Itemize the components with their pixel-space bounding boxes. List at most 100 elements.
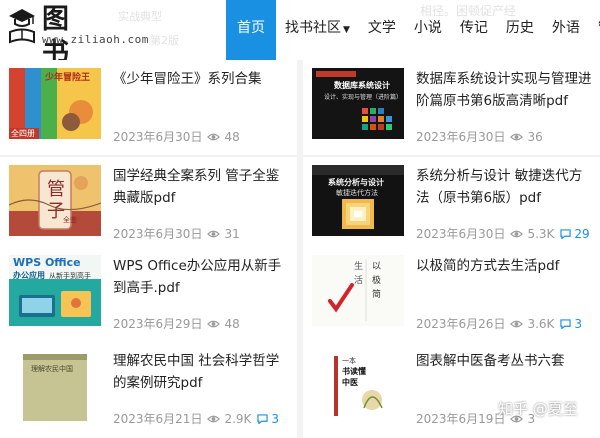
book-title[interactable]: 《少年冒险王》系列合集 xyxy=(113,68,291,90)
cover-art xyxy=(312,350,404,421)
cover-tag: 全鉴 xyxy=(63,216,77,224)
book-meta: 2023年6月26日 3.6K 3 xyxy=(416,315,582,332)
cover-title: 极 xyxy=(372,276,382,286)
cover-subtitle: 从新手到高手 xyxy=(49,272,91,280)
logo-url: www.ziliaoh.com xyxy=(42,33,149,46)
comment-count: 3 xyxy=(574,316,583,331)
view-count: 48 xyxy=(224,129,240,144)
post-date: 2023年6月30日 xyxy=(416,130,506,144)
cover-title: 数据库系统设计 xyxy=(334,81,390,90)
book-cover[interactable]: 数据库系统设计 设计、实现与管理（进阶篇） xyxy=(312,68,404,139)
nav-item-management[interactable]: 管理 xyxy=(589,0,600,60)
cover-title: 简 xyxy=(372,290,382,300)
comment-icon xyxy=(560,228,572,239)
cover-art xyxy=(312,68,404,139)
eye-icon xyxy=(510,320,524,327)
book-card[interactable]: 管 子 全鉴 国学经典全案系列 管子全鉴 典藏版pdf 2023年6月30日 3… xyxy=(0,157,297,252)
book-title[interactable]: 数据库系统设计实现与管理进阶篇原书第6版高清晰pdf xyxy=(416,68,594,112)
comment-icon xyxy=(257,413,269,424)
nav-label: 历史 xyxy=(505,20,534,36)
post-date: 2023年6月30日 xyxy=(113,130,203,144)
nav-item-novel[interactable]: 小说 xyxy=(405,0,451,60)
cover-title: 中医 xyxy=(342,378,358,387)
source-watermark: 知乎 @夏至 xyxy=(498,400,578,418)
nav-item-history[interactable]: 历史 xyxy=(497,0,543,60)
eye-icon xyxy=(510,133,524,140)
view-count: 2.9K xyxy=(224,411,252,426)
ghost-text: 实战典型 xyxy=(118,10,162,23)
book-cover[interactable]: WPS Office 办公应用 从新手到高手 xyxy=(9,255,101,326)
book-card[interactable]: WPS Office 办公应用 从新手到高手 WPS Office办公应用从新手… xyxy=(0,247,297,342)
nav-item-community[interactable]: 找书社区 ▼ xyxy=(276,0,359,60)
view-count: 48 xyxy=(224,316,240,331)
view-count: 31 xyxy=(224,226,240,241)
book-cover[interactable]: 一本 书读懂 中医 xyxy=(312,350,404,421)
book-card[interactable]: 理解农民中国 理解农民中国 社会科学哲学的案例研究pdf 2023年6月21日 … xyxy=(0,342,297,438)
eye-icon xyxy=(207,133,221,140)
cover-art xyxy=(9,350,101,421)
cover-tag: 全四册 xyxy=(11,129,35,138)
book-title[interactable]: 图表解中医备考丛书六套 xyxy=(416,350,594,372)
book-cover[interactable]: 以 极 简 生 活 xyxy=(312,255,404,326)
post-date: 2023年6月21日 xyxy=(113,412,203,426)
post-date: 2023年6月26日 xyxy=(416,317,506,331)
comment-icon xyxy=(560,318,572,329)
book-title[interactable]: 系统分析与设计 敏捷迭代方法（原书第6版）pdf xyxy=(416,165,594,209)
book-title[interactable]: 国学经典全案系列 管子全鉴 典藏版pdf xyxy=(113,165,291,209)
nav-label: 外语 xyxy=(551,20,580,36)
cover-title: 一本 xyxy=(342,357,356,365)
cover-title: 生 xyxy=(354,262,364,272)
site-header: 图书网 www.ziliaoh.com 实战典型 第2版 相径。困顿促产经 首页… xyxy=(0,0,600,103)
nav-label: 文学 xyxy=(367,20,396,36)
cover-title: 系统分析与设计 xyxy=(328,178,384,187)
book-card[interactable]: 数据库系统设计 设计、实现与管理（进阶篇） 数据库系统设计实现与管理进阶篇原书第… xyxy=(303,60,600,155)
comment-count: 3 xyxy=(271,411,280,426)
book-meta: 2023年6月30日 31 xyxy=(113,225,240,242)
cover-title: 理解农民中国 xyxy=(31,365,73,373)
book-meta: 2023年6月30日 48 xyxy=(113,128,240,145)
book-title[interactable]: 以极简的方式去生活pdf xyxy=(416,255,594,277)
nav-label: 找书社区 xyxy=(285,20,341,36)
cover-art xyxy=(312,165,404,236)
view-count: 36 xyxy=(527,129,543,144)
post-date: 2023年6月19日 xyxy=(416,412,506,426)
ghost-text: 第2版 xyxy=(150,34,179,47)
view-count: 3.6K xyxy=(527,316,555,331)
book-card[interactable]: 系统分析与设计 敏捷迭代方法 系统分析与设计 敏捷迭代方法（原书第6版）pdf … xyxy=(303,157,600,252)
cover-title: 少年冒险王 xyxy=(45,73,91,83)
book-title[interactable]: 理解农民中国 社会科学哲学的案例研究pdf xyxy=(113,350,291,394)
chevron-down-icon: ▼ xyxy=(343,25,350,35)
cover-subtitle: 敏捷迭代方法 xyxy=(336,189,378,197)
book-meta: 2023年6月30日 36 xyxy=(416,128,543,145)
book-card[interactable]: 一本 书读懂 中医 图表解中医备考丛书六套 2023年6月19日 3 xyxy=(303,342,600,438)
eye-icon xyxy=(510,230,524,237)
nav-item-biography[interactable]: 传记 xyxy=(451,0,497,60)
eye-icon xyxy=(207,415,221,422)
nav-item-literature[interactable]: 文学 xyxy=(359,0,405,60)
cover-title: 书读懂 xyxy=(342,367,366,376)
cover-title: 活 xyxy=(354,276,364,286)
post-date: 2023年6月30日 xyxy=(416,227,506,241)
nav-label: 小说 xyxy=(413,20,442,36)
cover-title: 办公应用 xyxy=(13,271,45,280)
eye-icon xyxy=(207,230,221,237)
view-count: 5.3K xyxy=(527,226,555,241)
book-cover[interactable]: 少年冒险王 全四册 xyxy=(9,68,101,139)
book-cover[interactable]: 理解农民中国 xyxy=(9,350,101,421)
eye-icon xyxy=(207,320,221,327)
nav-item-foreign-language[interactable]: 外语 xyxy=(543,0,589,60)
cover-title: WPS Office xyxy=(13,256,81,269)
post-date: 2023年6月30日 xyxy=(113,227,203,241)
cover-subtitle: 设计、实现与管理（进阶篇） xyxy=(324,94,403,101)
book-meta: 2023年6月29日 48 xyxy=(113,315,240,332)
book-cover[interactable]: 系统分析与设计 敏捷迭代方法 xyxy=(312,165,404,236)
comment-count: 29 xyxy=(574,226,590,241)
nav-label: 首页 xyxy=(237,20,265,36)
book-cover[interactable]: 管 子 全鉴 xyxy=(9,165,101,236)
book-card[interactable]: 以 极 简 生 活 以极简的方式去生活pdf 2023年6月26日 3.6K 3 xyxy=(303,247,600,342)
post-date: 2023年6月29日 xyxy=(113,317,203,331)
book-title[interactable]: WPS Office办公应用从新手到高手.pdf xyxy=(113,255,291,299)
book-card[interactable]: 少年冒险王 全四册 《少年冒险王》系列合集 2023年6月30日 48 xyxy=(0,60,297,155)
nav-item-home[interactable]: 首页 xyxy=(226,0,276,60)
main-nav: 首页 找书社区▼ 文学 小说 传记 历史 外语 管理 xyxy=(226,0,600,60)
